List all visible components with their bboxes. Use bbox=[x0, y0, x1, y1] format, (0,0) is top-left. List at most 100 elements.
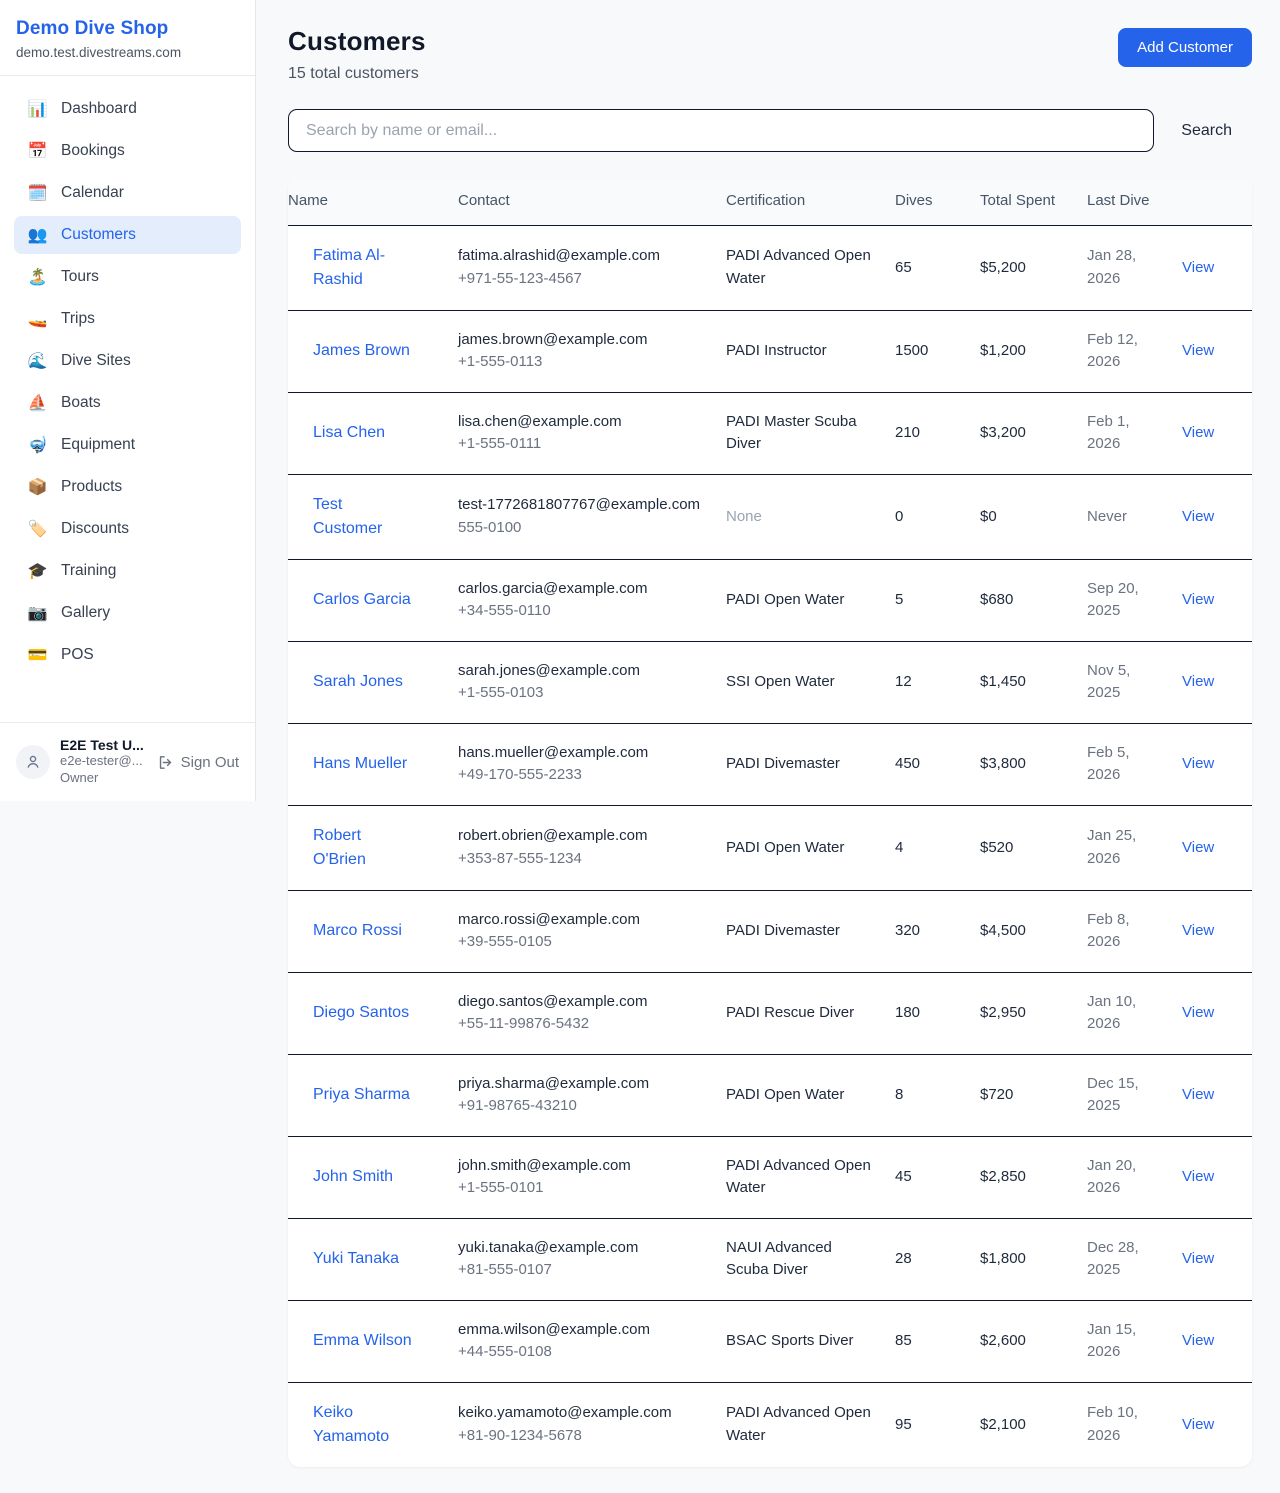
customer-certification: PADI Rescue Diver bbox=[726, 1004, 854, 1021]
nav-item-label: Bookings bbox=[61, 142, 125, 160]
nav-item-label: Products bbox=[61, 478, 122, 496]
view-customer-link[interactable]: View bbox=[1182, 259, 1214, 276]
customer-last-dive: Jan 25, 2026 bbox=[1087, 827, 1136, 867]
search-input[interactable] bbox=[288, 109, 1154, 152]
customer-phone: +1-555-0111 bbox=[458, 433, 702, 456]
nav-item-icon: 📊 bbox=[27, 99, 48, 119]
customer-phone: +81-555-0107 bbox=[458, 1259, 702, 1282]
customer-email: james.brown@example.com bbox=[458, 329, 702, 352]
customer-name-link[interactable]: Fatima Al-Rashid bbox=[313, 244, 413, 292]
view-customer-link[interactable]: View bbox=[1182, 1250, 1214, 1267]
user-email: e2e-tester@... bbox=[60, 753, 144, 770]
customer-name-link[interactable]: Emma Wilson bbox=[313, 1329, 412, 1353]
customer-last-dive: Dec 15, 2025 bbox=[1087, 1075, 1139, 1115]
sidebar-item[interactable]: 🏝️ Tours bbox=[14, 258, 241, 296]
customers-table: NameContactCertificationDivesTotal Spent… bbox=[288, 177, 1252, 1467]
sidebar-item[interactable]: 📅 Bookings bbox=[14, 132, 241, 170]
add-customer-button[interactable]: Add Customer bbox=[1118, 28, 1252, 67]
customer-dives: 95 bbox=[895, 1416, 912, 1433]
table-row: Hans Mueller hans.mueller@example.com +4… bbox=[288, 723, 1252, 805]
customer-name-link[interactable]: Sarah Jones bbox=[313, 670, 403, 694]
view-customer-link[interactable]: View bbox=[1182, 1086, 1214, 1103]
customer-name-link[interactable]: Marco Rossi bbox=[313, 919, 402, 943]
customer-dives: 28 bbox=[895, 1250, 912, 1267]
nav-item-label: Customers bbox=[61, 226, 136, 244]
view-customer-link[interactable]: View bbox=[1182, 1168, 1214, 1185]
table-row: Sarah Jones sarah.jones@example.com +1-5… bbox=[288, 641, 1252, 723]
customer-email: emma.wilson@example.com bbox=[458, 1319, 702, 1342]
sidebar-item[interactable]: 📷 Gallery bbox=[14, 594, 241, 632]
nav-item-label: Discounts bbox=[61, 520, 129, 538]
view-customer-link[interactable]: View bbox=[1182, 1332, 1214, 1349]
customer-total-spent: $1,450 bbox=[980, 673, 1026, 690]
customer-dives: 65 bbox=[895, 259, 912, 276]
nav-item-label: Boats bbox=[61, 394, 101, 412]
sidebar-item[interactable]: 🎓 Training bbox=[14, 552, 241, 590]
column-header: Dives bbox=[895, 177, 980, 225]
view-customer-link[interactable]: View bbox=[1182, 839, 1214, 856]
view-customer-link[interactable]: View bbox=[1182, 342, 1214, 359]
view-customer-link[interactable]: View bbox=[1182, 1416, 1214, 1433]
customer-name-link[interactable]: Priya Sharma bbox=[313, 1083, 410, 1107]
customer-name-link[interactable]: Robert O'Brien bbox=[313, 824, 413, 872]
customer-name-link[interactable]: Diego Santos bbox=[313, 1001, 409, 1025]
customer-phone: +49-170-555-2233 bbox=[458, 764, 702, 787]
user-name: E2E Test U... bbox=[60, 737, 144, 753]
table-row: Lisa Chen lisa.chen@example.com +1-555-0… bbox=[288, 392, 1252, 474]
sidebar-item[interactable]: 🤿 Equipment bbox=[14, 426, 241, 464]
nav-item-label: Gallery bbox=[61, 604, 110, 622]
sign-out-label: Sign Out bbox=[181, 754, 239, 771]
customer-name-link[interactable]: John Smith bbox=[313, 1165, 393, 1189]
customer-dives: 45 bbox=[895, 1168, 912, 1185]
customer-name-link[interactable]: Keiko Yamamoto bbox=[313, 1401, 413, 1449]
nav-item-icon: 🏷️ bbox=[27, 519, 48, 539]
sidebar-item[interactable]: 🚤 Trips bbox=[14, 300, 241, 338]
customer-phone: +1-555-0101 bbox=[458, 1177, 702, 1200]
customer-last-dive: Jan 15, 2026 bbox=[1087, 1321, 1136, 1361]
customer-name-link[interactable]: Test Customer bbox=[313, 493, 413, 541]
customer-dives: 450 bbox=[895, 755, 920, 772]
sidebar-item[interactable]: 💳 POS bbox=[14, 636, 241, 674]
sidebar-item[interactable]: 🏷️ Discounts bbox=[14, 510, 241, 548]
view-customer-link[interactable]: View bbox=[1182, 673, 1214, 690]
view-customer-link[interactable]: View bbox=[1182, 508, 1214, 525]
customer-name-link[interactable]: Hans Mueller bbox=[313, 752, 407, 776]
sidebar-item[interactable]: 👥 Customers bbox=[14, 216, 241, 254]
page-title: Customers bbox=[288, 26, 426, 57]
nav-item-icon: 📦 bbox=[27, 477, 48, 497]
view-customer-link[interactable]: View bbox=[1182, 755, 1214, 772]
sidebar-item[interactable]: 🗓️ Calendar bbox=[14, 174, 241, 212]
user-role: Owner bbox=[60, 770, 144, 787]
view-customer-link[interactable]: View bbox=[1182, 922, 1214, 939]
customer-total-spent: $3,200 bbox=[980, 424, 1026, 441]
customer-certification: PADI Advanced Open Water bbox=[726, 1404, 871, 1444]
customer-phone: +971-55-123-4567 bbox=[458, 268, 702, 291]
customer-name-link[interactable]: Carlos Garcia bbox=[313, 588, 411, 612]
customer-name-link[interactable]: Lisa Chen bbox=[313, 421, 385, 445]
customer-phone: +44-555-0108 bbox=[458, 1341, 702, 1364]
view-customer-link[interactable]: View bbox=[1182, 591, 1214, 608]
customer-last-dive: Dec 28, 2025 bbox=[1087, 1239, 1139, 1279]
shop-domain: demo.test.divestreams.com bbox=[16, 45, 239, 60]
sign-out-button[interactable]: Sign Out bbox=[157, 754, 239, 771]
sidebar-item[interactable]: 📦 Products bbox=[14, 468, 241, 506]
view-customer-link[interactable]: View bbox=[1182, 424, 1214, 441]
customer-name-link[interactable]: Yuki Tanaka bbox=[313, 1247, 399, 1271]
customer-certification: PADI Divemaster bbox=[726, 755, 840, 772]
sidebar-item[interactable]: 🌊 Dive Sites bbox=[14, 342, 241, 380]
customer-last-dive: Feb 12, 2026 bbox=[1087, 331, 1138, 371]
nav-item-icon: 🎓 bbox=[27, 561, 48, 581]
sidebar-item[interactable]: ⛵ Boats bbox=[14, 384, 241, 422]
nav-item-label: POS bbox=[61, 646, 94, 664]
table-row: Diego Santos diego.santos@example.com +5… bbox=[288, 972, 1252, 1054]
main-content: Customers 15 total customers Add Custome… bbox=[256, 0, 1280, 1493]
sidebar-item[interactable]: 📊 Dashboard bbox=[14, 90, 241, 128]
customer-name-link[interactable]: James Brown bbox=[313, 339, 410, 363]
customer-last-dive: Jan 10, 2026 bbox=[1087, 993, 1136, 1033]
table-header: NameContactCertificationDivesTotal Spent… bbox=[288, 177, 1252, 225]
search-button[interactable]: Search bbox=[1181, 112, 1232, 150]
customer-phone: +353-87-555-1234 bbox=[458, 848, 702, 871]
customer-certification: PADI Instructor bbox=[726, 342, 827, 359]
customer-count: 15 total customers bbox=[288, 65, 426, 83]
view-customer-link[interactable]: View bbox=[1182, 1004, 1214, 1021]
